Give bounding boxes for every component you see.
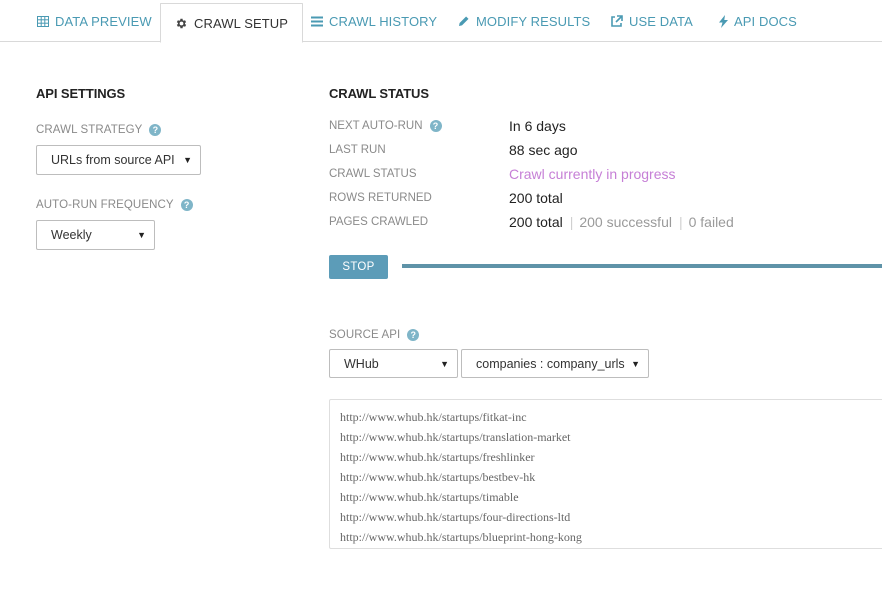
tab-bar: DATA PREVIEW CRAWL SETUP CRAWL HISTORY M… (0, 0, 882, 43)
tab-crawl-setup[interactable]: CRAWL SETUP (160, 3, 304, 43)
crawl-strategy-select[interactable]: URLs from source API ▼ (36, 145, 201, 175)
auto-run-frequency-value: Weekly (51, 228, 92, 242)
help-icon[interactable]: ? (149, 124, 162, 136)
tab-label: CRAWL SETUP (194, 15, 289, 31)
tab-label: DATA PREVIEW (55, 13, 152, 29)
source-api-label-text: SOURCE API (329, 329, 401, 341)
pages-successful: 200 successful (579, 214, 672, 230)
separator: | (569, 214, 574, 230)
source-column-value: companies : company_urls (476, 356, 625, 371)
separator: | (678, 214, 683, 230)
list-item: http://www.whub.hk/startups/four-directi… (340, 510, 571, 524)
list-item: http://www.whub.hk/startups/freshlinker (340, 450, 535, 464)
last-run-label: LAST RUN (329, 144, 386, 156)
crawl-strategy-value: URLs from source API (51, 153, 175, 167)
next-auto-run-value: In 6 days (509, 118, 566, 134)
pages-crawled-label: PAGES CRAWLED (329, 216, 429, 228)
pages-total: 200 total (509, 214, 563, 230)
next-auto-run-label-text: NEXT AUTO-RUN (329, 120, 423, 132)
dropdown-arrow-icon: ▼ (631, 358, 640, 369)
source-api-select[interactable]: WHub ▼ (329, 349, 458, 378)
tab-label: MODIFY RESULTS (476, 13, 591, 29)
tab-label: API DOCS (734, 13, 797, 29)
pages-failed: 0 failed (688, 214, 734, 230)
pages-crawled-value: 200 total | 200 successful | 0 failed (509, 214, 734, 230)
dropdown-arrow-icon: ▼ (440, 358, 449, 369)
tab-label: USE DATA (629, 13, 693, 29)
dropdown-arrow-icon: ▼ (137, 230, 146, 240)
tab-api-docs[interactable]: API DOCS (719, 0, 797, 42)
pencil-icon (458, 15, 470, 27)
source-api-value: WHub (344, 356, 379, 371)
tab-label: CRAWL HISTORY (329, 13, 438, 29)
crawl-progress-bar (402, 264, 882, 268)
list-item: http://www.whub.hk/startups/timable (340, 490, 519, 504)
source-column-select[interactable]: companies : company_urls ▼ (461, 349, 649, 378)
api-settings-title: API SETTINGS (36, 86, 126, 101)
external-link-icon (610, 15, 623, 27)
list-item: http://www.whub.hk/startups/blueprint-ho… (340, 530, 582, 544)
help-icon[interactable]: ? (180, 199, 193, 211)
crawl-status-label: CRAWL STATUS (329, 168, 417, 180)
tab-crawl-history[interactable]: CRAWL HISTORY (311, 0, 437, 42)
crawl-strategy-label-text: CRAWL STRATEGY (36, 124, 143, 136)
rows-returned-label: ROWS RETURNED (329, 192, 432, 204)
bolt-icon (719, 14, 728, 28)
tab-use-data[interactable]: USE DATA (610, 0, 693, 42)
auto-run-frequency-label-text: AUTO-RUN FREQUENCY (36, 199, 174, 211)
crawl-status-title: CRAWL STATUS (329, 86, 429, 101)
stop-button[interactable]: STOP (329, 255, 388, 279)
next-auto-run-label: NEXT AUTO-RUN ? (329, 120, 442, 132)
source-api-label: SOURCE API ? (329, 329, 420, 341)
source-url-list[interactable]: http://www.whub.hk/startups/fitkat-inc h… (329, 399, 882, 549)
crawl-status-value: Crawl currently in progress (509, 166, 676, 182)
list-item: http://www.whub.hk/startups/fitkat-inc (340, 410, 527, 424)
help-icon[interactable]: ? (407, 329, 420, 341)
rows-returned-value: 200 total (509, 190, 563, 206)
tab-modify-results[interactable]: MODIFY RESULTS (458, 0, 590, 42)
auto-run-frequency-select[interactable]: Weekly ▼ (36, 220, 155, 250)
tab-data-preview[interactable]: DATA PREVIEW (37, 0, 152, 42)
dropdown-arrow-icon: ▼ (183, 155, 192, 165)
table-icon (37, 15, 49, 27)
last-run-value: 88 sec ago (509, 142, 578, 158)
list-icon (311, 16, 323, 27)
list-item: http://www.whub.hk/startups/translation-… (340, 430, 571, 444)
gear-icon (175, 17, 188, 30)
auto-run-frequency-label: AUTO-RUN FREQUENCY ? (36, 199, 193, 211)
help-icon[interactable]: ? (429, 120, 442, 132)
crawl-strategy-label: CRAWL STRATEGY ? (36, 124, 162, 136)
list-item: http://www.whub.hk/startups/bestbev-hk (340, 470, 536, 484)
